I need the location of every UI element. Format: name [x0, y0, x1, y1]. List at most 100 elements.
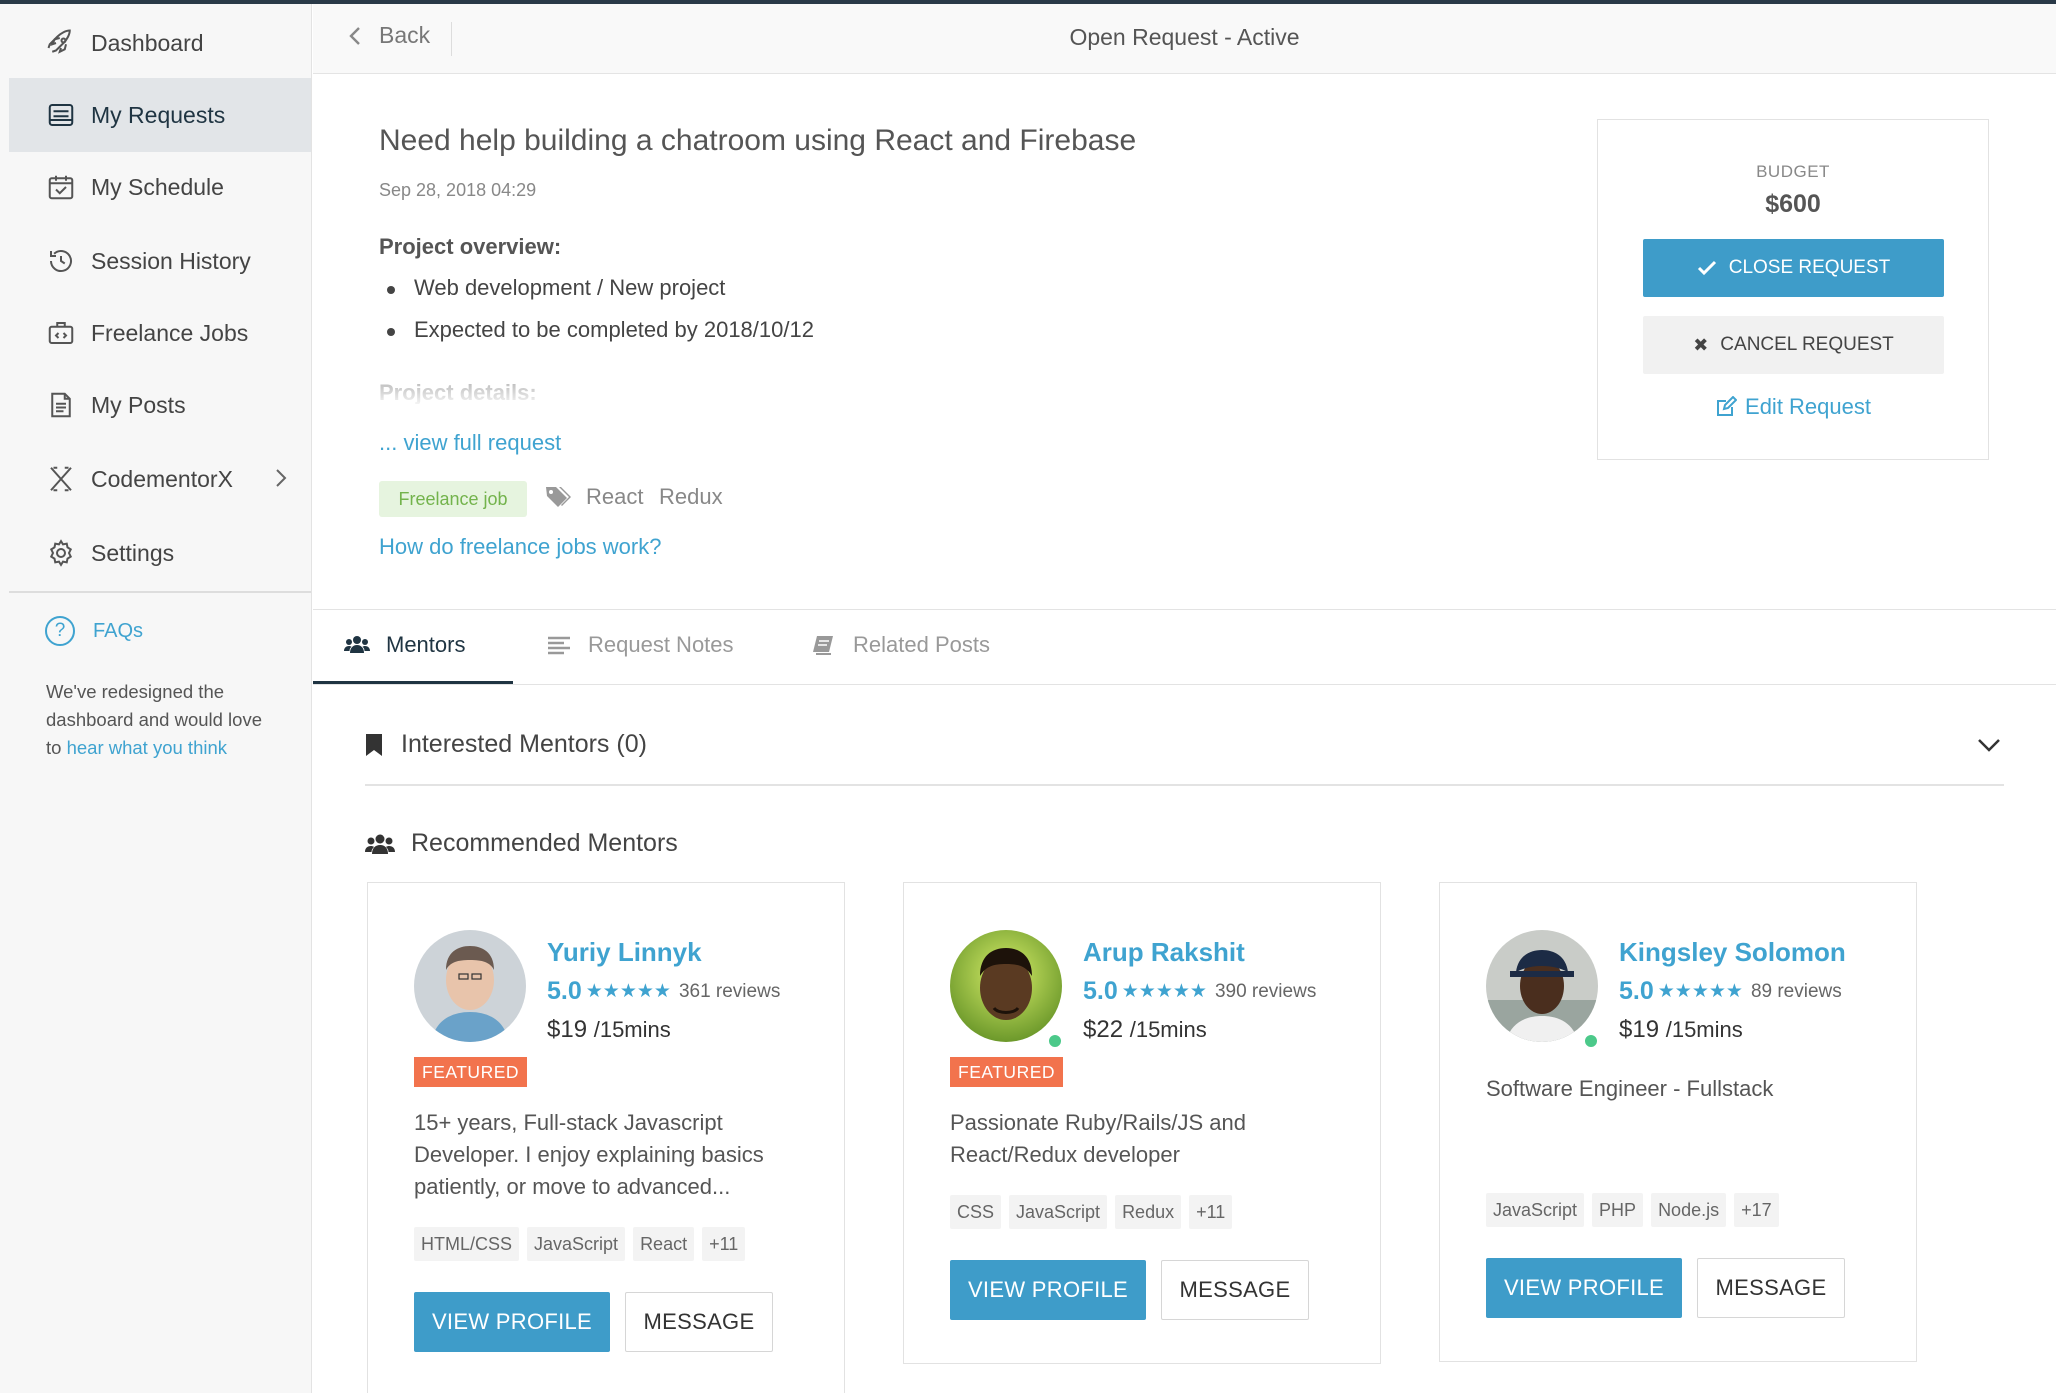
- sidebar-item-my-posts[interactable]: My Posts: [9, 368, 311, 442]
- keyword-tag[interactable]: Redux: [659, 484, 723, 510]
- mentor-name-link[interactable]: Arup Rakshit: [1083, 937, 1245, 968]
- mentor-rating: 5.0 ★★★★★ 89 reviews: [1619, 977, 1842, 1006]
- how-freelance-works-link[interactable]: How do freelance jobs work?: [379, 534, 661, 560]
- x-logo-icon: [45, 463, 77, 495]
- avatar[interactable]: [1486, 930, 1598, 1042]
- rate-price: $19: [547, 1016, 588, 1043]
- chevron-right-icon: [276, 469, 287, 487]
- mentor-name-link[interactable]: Kingsley Solomon: [1619, 937, 1846, 968]
- check-icon: [1697, 260, 1716, 276]
- chevron-down-icon[interactable]: [1977, 737, 2001, 753]
- edit-request-link[interactable]: Edit Request: [1598, 394, 1988, 420]
- sidebar-item-session-history[interactable]: Session History: [9, 224, 311, 298]
- star-icon: ★★★★★: [1657, 981, 1743, 1002]
- online-status-indicator: [1583, 1033, 1599, 1049]
- align-left-icon: [548, 636, 570, 655]
- mentor-name-link[interactable]: Yuriy Linnyk: [547, 937, 702, 968]
- online-status-indicator: [1047, 1033, 1063, 1049]
- tab-related-posts[interactable]: Related Posts: [811, 632, 990, 658]
- sidebar-item-label: Freelance Jobs: [91, 319, 249, 346]
- requests-icon: [45, 99, 77, 131]
- rate-price: $19: [1619, 1016, 1660, 1043]
- page-title: Open Request - Active: [1069, 24, 1300, 50]
- message-button[interactable]: MESSAGE: [1161, 1260, 1309, 1320]
- view-profile-button[interactable]: VIEW PROFILE: [1486, 1258, 1682, 1318]
- overview-item: Web development / New project: [386, 275, 726, 300]
- rate-unit: /15mins: [1665, 1017, 1743, 1042]
- tab-label: Request Notes: [588, 632, 734, 657]
- budget-panel: BUDGET $600 CLOSE REQUEST ✖ CANCEL REQUE…: [1597, 119, 1989, 460]
- mentor-description: Software Engineer - Fullstack: [1486, 1076, 1774, 1101]
- view-profile-button[interactable]: VIEW PROFILE: [950, 1260, 1146, 1320]
- skill-tag: Node.js: [1651, 1193, 1727, 1227]
- skill-tag: PHP: [1592, 1193, 1644, 1227]
- calendar-icon: [45, 171, 77, 203]
- tabs-divider-top: [313, 609, 2056, 610]
- details-heading: Project details:: [379, 380, 537, 404]
- edit-request-label: Edit Request: [1745, 394, 1871, 419]
- users-icon: [344, 636, 370, 653]
- view-full-request-link[interactable]: ... view full request: [379, 430, 561, 456]
- close-request-label: CLOSE REQUEST: [1728, 257, 1891, 278]
- tab-mentors[interactable]: Mentors: [344, 632, 465, 658]
- feedback-link[interactable]: hear what you think: [67, 737, 227, 758]
- sidebar-item-settings[interactable]: Settings: [9, 516, 311, 590]
- message-button[interactable]: MESSAGE: [625, 1292, 773, 1352]
- gear-icon: [45, 537, 77, 569]
- mentor-card: Yuriy Linnyk 5.0 ★★★★★ 361 reviews $19 /…: [367, 882, 845, 1393]
- sidebar-divider: [9, 591, 311, 593]
- mentor-card: Arup Rakshit 5.0 ★★★★★ 390 reviews $22 /…: [903, 882, 1381, 1364]
- tabs-divider-bottom: [313, 684, 2056, 685]
- rate-unit: /15mins: [1129, 1017, 1207, 1042]
- sidebar-item-label: Session History: [91, 247, 251, 274]
- featured-badge: FEATURED: [414, 1057, 528, 1087]
- sidebar-item-label: My Schedule: [91, 173, 224, 200]
- sidebar-item-codementorx[interactable]: CodementorX: [9, 442, 311, 516]
- recommended-mentors-heading: Recommended Mentors: [365, 829, 678, 858]
- skill-tag: HTML/CSS: [414, 1227, 520, 1261]
- mentor-card: Kingsley Solomon 5.0 ★★★★★ 89 reviews $1…: [1439, 882, 1917, 1362]
- freelance-job-tag: Freelance job: [379, 481, 527, 517]
- tab-request-notes[interactable]: Request Notes: [546, 632, 734, 658]
- sidebar-item-label: Settings: [91, 539, 175, 566]
- faq-label: FAQs: [93, 619, 144, 642]
- close-request-button[interactable]: CLOSE REQUEST: [1643, 239, 1944, 297]
- sidebar-item-label: My Posts: [91, 391, 186, 418]
- rating-score: 5.0: [547, 977, 582, 1005]
- rocket-icon: [45, 27, 77, 59]
- skill-tag: Redux: [1115, 1195, 1182, 1229]
- sidebar: Dashboard My Requests My Schedule Sessio…: [0, 4, 312, 1393]
- skill-tag-more[interactable]: +11: [1189, 1195, 1233, 1229]
- request-title: Need help building a chatroom using Reac…: [379, 124, 1137, 157]
- message-button[interactable]: MESSAGE: [1697, 1258, 1845, 1318]
- mentor-rate: $22 /15mins: [1083, 1016, 1207, 1044]
- cancel-request-label: CANCEL REQUEST: [1720, 334, 1894, 355]
- keyword-tag[interactable]: React: [586, 484, 643, 510]
- sidebar-item-label: My Requests: [91, 101, 226, 128]
- mentor-rate: $19 /15mins: [547, 1016, 671, 1044]
- bookmark-icon: [366, 733, 382, 756]
- star-icon: ★★★★★: [585, 981, 671, 1002]
- skill-tag-more[interactable]: +11: [702, 1227, 746, 1261]
- overview-item: Expected to be completed by 2018/10/12: [387, 317, 814, 342]
- avatar[interactable]: [414, 930, 526, 1042]
- mentor-description: 15+ years, Full-stack Javascript Develop…: [414, 1110, 764, 1199]
- skill-tag: JavaScript: [1009, 1195, 1108, 1229]
- document-icon: [45, 389, 77, 421]
- sidebar-item-my-schedule[interactable]: My Schedule: [9, 150, 311, 224]
- book-icon: [813, 636, 833, 655]
- rate-unit: /15mins: [593, 1017, 671, 1042]
- view-profile-button[interactable]: VIEW PROFILE: [414, 1292, 610, 1352]
- faq-link[interactable]: ? FAQs: [45, 616, 143, 646]
- mentor-description: Passionate Ruby/Rails/JS and React/Redux…: [950, 1110, 1246, 1167]
- rate-price: $22: [1083, 1016, 1124, 1043]
- sidebar-item-freelance-jobs[interactable]: Freelance Jobs: [9, 296, 311, 370]
- sidebar-item-my-requests[interactable]: My Requests: [9, 78, 311, 152]
- avatar[interactable]: [950, 930, 1062, 1042]
- skill-tag-more[interactable]: +17: [1734, 1193, 1779, 1227]
- interested-mentors-toggle[interactable]: Interested Mentors (0): [365, 730, 647, 759]
- skill-tags: CSS JavaScript Redux +11: [950, 1195, 1240, 1229]
- cancel-request-button[interactable]: ✖ CANCEL REQUEST: [1643, 316, 1944, 374]
- briefcase-icon: [45, 317, 77, 349]
- sidebar-item-dashboard[interactable]: Dashboard: [9, 6, 311, 80]
